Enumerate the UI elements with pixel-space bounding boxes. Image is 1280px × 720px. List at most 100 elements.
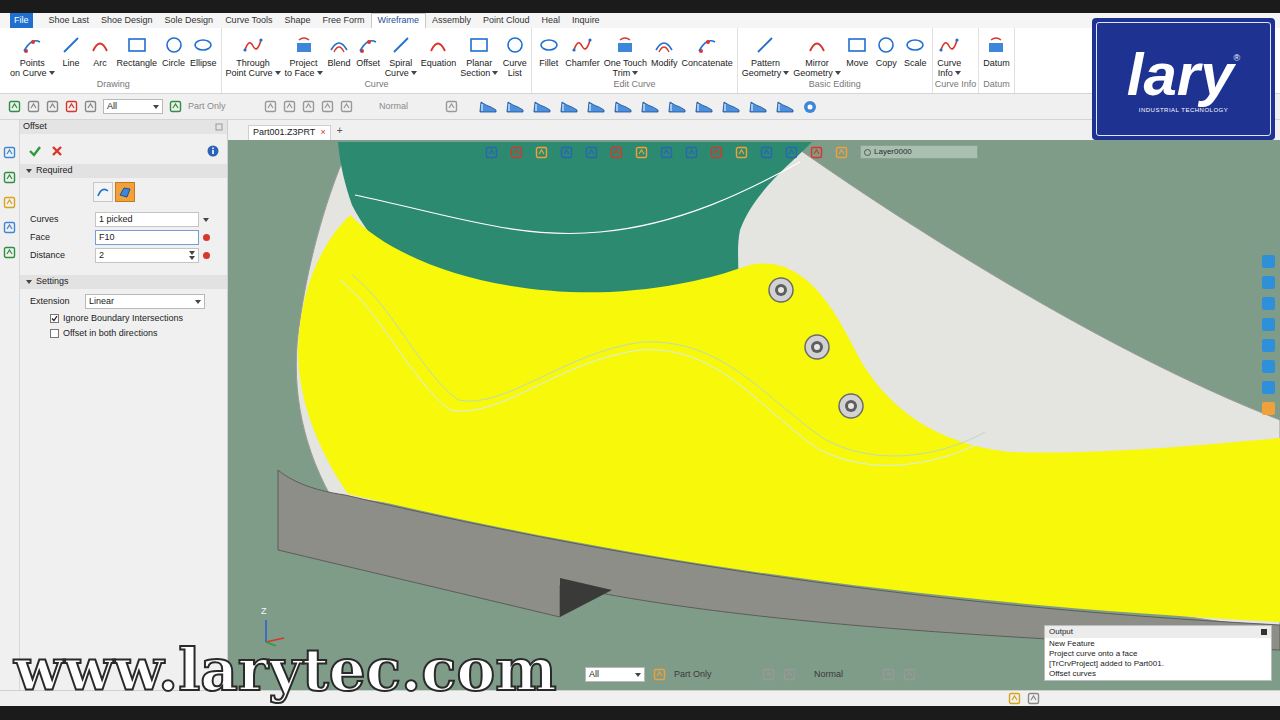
view-tool-icon[interactable] — [710, 146, 723, 159]
view-tool-icon[interactable] — [485, 146, 498, 159]
menu-tab[interactable]: Assembly — [426, 13, 477, 28]
shoe-tool-icon[interactable] — [559, 99, 579, 115]
ribbon-tool[interactable]: CurveList — [500, 34, 529, 78]
eyelet[interactable] — [805, 335, 829, 359]
view-cube-icon[interactable] — [1262, 297, 1275, 310]
menu-tab[interactable]: Curve Tools — [219, 13, 278, 28]
toolbar-icon[interactable] — [8, 100, 21, 113]
view-cube-icon[interactable] — [1262, 360, 1275, 373]
shoe-tool-icon[interactable] — [478, 99, 498, 115]
bottom-filter-select[interactable]: All — [585, 667, 645, 682]
ribbon-tool[interactable]: Ellipse — [188, 34, 219, 78]
field-input[interactable]: 1 picked — [95, 212, 199, 227]
close-tab-button[interactable]: × — [320, 126, 325, 140]
shoe-tool-icon[interactable] — [640, 99, 660, 115]
eyelet[interactable] — [839, 394, 863, 418]
checkbox-box[interactable] — [50, 329, 59, 338]
settings-header[interactable]: Settings — [20, 275, 227, 289]
field-input[interactable]: F10 — [95, 230, 199, 245]
ribbon-tool[interactable]: Offset — [354, 34, 383, 78]
view-tool-icon[interactable] — [835, 146, 848, 159]
ribbon-tool[interactable]: Copy — [872, 34, 901, 78]
toolbar-icon[interactable] — [321, 100, 334, 113]
menu-tab[interactable]: Shoe Design — [95, 13, 159, 28]
menu-tab[interactable]: Sole Design — [159, 13, 220, 28]
shoe-tool-icon[interactable] — [532, 99, 552, 115]
view-tool-icon[interactable] — [735, 146, 748, 159]
view-tool-icon[interactable] — [760, 146, 773, 159]
shoe-tool-icon[interactable] — [586, 99, 606, 115]
required-header[interactable]: Required — [20, 164, 227, 178]
view-tool-icon[interactable] — [535, 146, 548, 159]
view-cube-icon[interactable] — [1262, 255, 1275, 268]
menu-tab[interactable]: Shoe Last — [43, 13, 96, 28]
view-cube-icon[interactable] — [1262, 276, 1275, 289]
toolbar-icon[interactable] — [3, 196, 16, 209]
toolbar-icon[interactable] — [3, 221, 16, 234]
view-tool-icon[interactable] — [585, 146, 598, 159]
file-button[interactable]: File — [10, 13, 33, 28]
ribbon-tool[interactable]: CurveInfo — [935, 34, 964, 78]
ribbon-tool[interactable]: Arc — [86, 34, 115, 78]
toolbar-icon[interactable] — [302, 100, 315, 113]
ribbon-tool[interactable]: Fillet — [534, 34, 563, 78]
ribbon-tool[interactable]: Modify — [649, 34, 680, 78]
field-input[interactable]: 2 — [95, 248, 199, 263]
view-tool-icon[interactable] — [660, 146, 673, 159]
toolbar-icon[interactable] — [65, 100, 78, 113]
menu-tab[interactable]: Free Form — [317, 13, 371, 28]
toolbar-icon[interactable] — [3, 171, 16, 184]
ribbon-tool[interactable]: One TouchTrim — [602, 34, 649, 78]
document-tab[interactable]: Part001.Z3PRT× — [248, 125, 331, 140]
ribbon-tool[interactable]: Rectangle — [115, 34, 160, 78]
menu-tab[interactable]: Heal — [536, 13, 567, 28]
gear-icon[interactable] — [802, 99, 818, 115]
toolbar-icon[interactable] — [762, 668, 775, 681]
view-tool-icon[interactable] — [635, 146, 648, 159]
toolbar-icon[interactable] — [27, 100, 40, 113]
toolbar-icon[interactable] — [1008, 692, 1021, 705]
toolbar-icon[interactable] — [783, 668, 796, 681]
view-cube-icon[interactable] — [1262, 318, 1275, 331]
menu-tab[interactable]: Inquire — [566, 13, 606, 28]
menu-tab[interactable]: Wireframe — [371, 13, 427, 28]
layer-select[interactable]: Layer0000 — [860, 145, 978, 159]
ribbon-tool[interactable]: Concatenate — [680, 34, 735, 78]
pick-mode-button[interactable] — [93, 182, 113, 202]
toolbar-icon[interactable] — [264, 100, 277, 113]
toolbar-icon[interactable] — [882, 668, 895, 681]
eyelet[interactable] — [769, 278, 793, 302]
ribbon-tool[interactable]: ThroughPoint Curve — [224, 34, 283, 78]
ribbon-tool[interactable]: Pointson Curve — [8, 34, 57, 78]
pick-mode-button[interactable] — [115, 182, 135, 202]
toolbar-icon[interactable] — [340, 100, 353, 113]
ribbon-tool[interactable]: SpiralCurve — [383, 34, 419, 78]
view-tool-icon[interactable] — [560, 146, 573, 159]
shoe-tool-icon[interactable] — [721, 99, 741, 115]
ribbon-tool[interactable]: Move — [843, 34, 872, 78]
toolbar-icon[interactable] — [46, 100, 59, 113]
viewport[interactable]: Layer0000ZAllPart OnlyNormalOutputNew Fe… — [228, 140, 1280, 690]
marker-icon[interactable] — [202, 233, 211, 242]
toolbar-icon[interactable] — [653, 668, 666, 681]
output-close-icon[interactable] — [1261, 629, 1267, 635]
ribbon-tool[interactable]: Equation — [419, 34, 459, 78]
bottom-scope[interactable]: Part Only — [674, 668, 754, 682]
shoe-tool-icon[interactable] — [505, 99, 525, 115]
shoe-tool-icon[interactable] — [613, 99, 633, 115]
option-checkbox[interactable]: Offset in both directions — [20, 326, 227, 341]
view-tool-icon[interactable] — [785, 146, 798, 159]
confirm-icon[interactable] — [28, 144, 42, 158]
ribbon-tool[interactable]: Blend — [325, 34, 354, 78]
ribbon-tool[interactable]: Chamfer — [563, 34, 602, 78]
toolbar-icon[interactable] — [1027, 692, 1040, 705]
ribbon-tool[interactable]: PatternGeometry — [740, 34, 792, 78]
shoe-tool-icon[interactable] — [748, 99, 768, 115]
menu-tab[interactable]: Point Cloud — [477, 13, 536, 28]
ribbon-tool[interactable]: Scale — [901, 34, 930, 78]
shoe-tool-icon[interactable] — [694, 99, 714, 115]
ribbon-tool[interactable]: PlanarSection — [458, 34, 500, 78]
toolbar-icon[interactable] — [84, 100, 97, 113]
toolbar-icon[interactable] — [3, 246, 16, 259]
view-cube-icon[interactable] — [1262, 381, 1275, 394]
